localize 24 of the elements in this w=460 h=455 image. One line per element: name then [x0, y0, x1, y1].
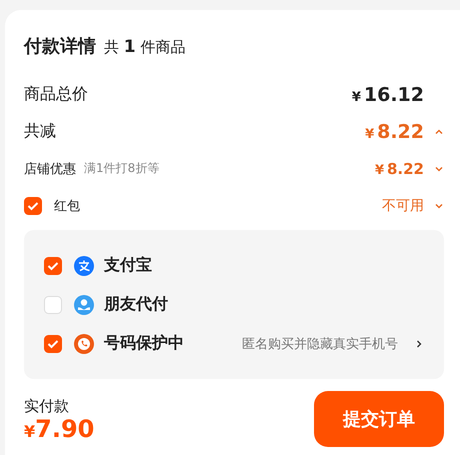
status-text: 不可用: [382, 196, 424, 214]
price: ¥16.12: [352, 84, 424, 106]
row-label: 店铺优惠: [24, 160, 76, 178]
option-note: 匿名购买并隐藏真实手机号: [242, 336, 398, 352]
row-label: 商品总价: [24, 84, 88, 105]
checkbox[interactable]: [44, 256, 62, 274]
option-label: 支付宝: [104, 255, 152, 276]
discount-note: 满1件打8折等: [84, 160, 160, 177]
total-label: 实付款: [24, 397, 70, 416]
section-title: 付款详情: [24, 35, 96, 58]
checkbox[interactable]: [24, 196, 42, 214]
option-label: 号码保护中: [104, 333, 184, 354]
payment-icon: [74, 256, 94, 276]
submit-order-button[interactable]: 提交订单: [314, 391, 444, 447]
price: ¥ 8.22: [374, 160, 424, 178]
phone-shield-icon: [74, 334, 94, 354]
row-label: 共减: [24, 121, 56, 142]
checkbox[interactable]: [44, 334, 62, 352]
row-label: 红包: [54, 198, 80, 214]
item-count: 共 1 件商品: [104, 37, 186, 57]
total-amount: ¥7.90: [24, 416, 94, 445]
chevron-right-icon[interactable]: [414, 338, 424, 348]
price: ¥8.22: [365, 120, 424, 142]
option-label: 朋友代付: [104, 294, 168, 315]
